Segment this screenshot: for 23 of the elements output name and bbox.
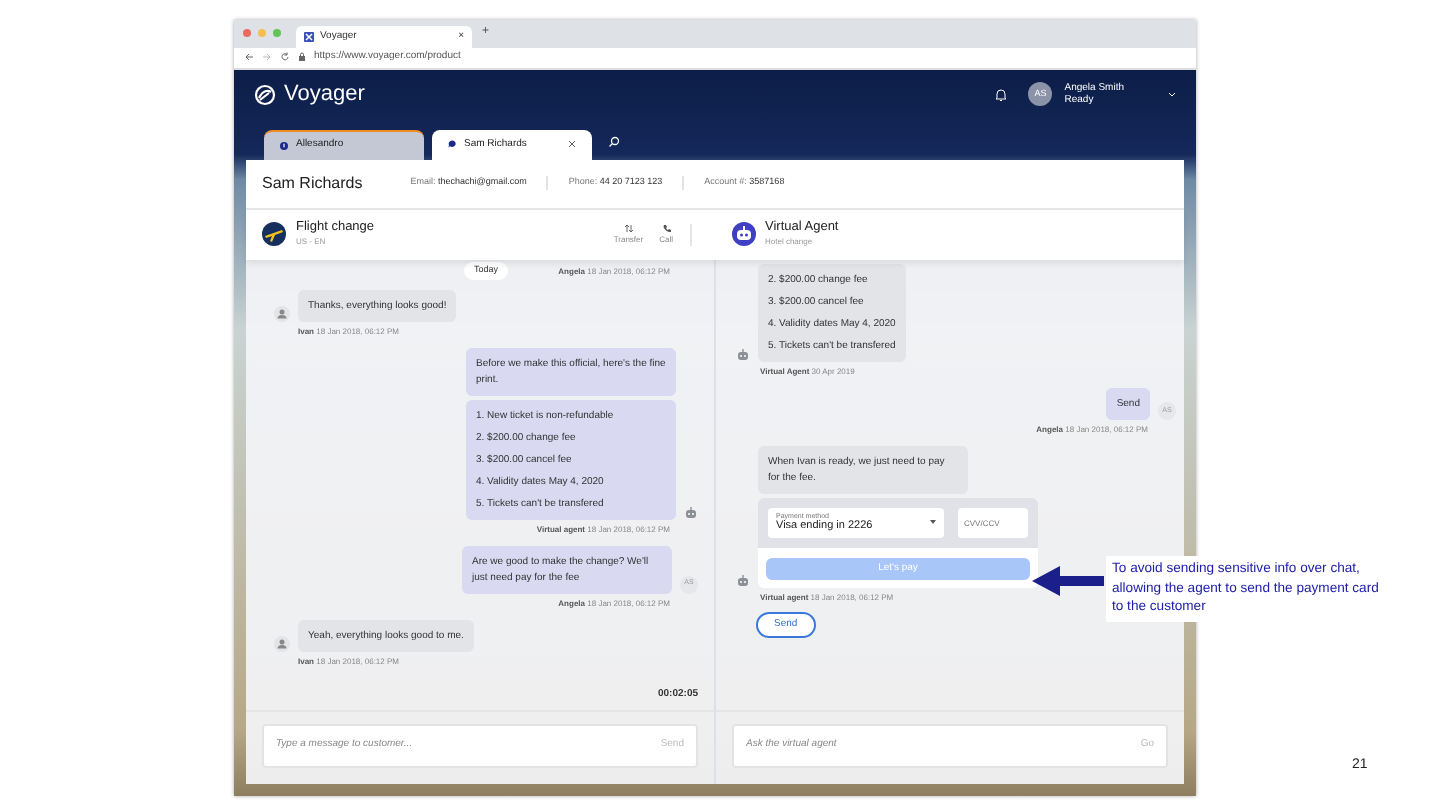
- robot-icon: [731, 222, 755, 247]
- person-icon: [274, 305, 290, 321]
- caret-icon: [930, 520, 936, 525]
- search-icon[interactable]: [608, 135, 620, 148]
- arrow-icon: [1032, 566, 1104, 596]
- lock-icon: [298, 52, 306, 63]
- chat-bubble-icon: [448, 140, 456, 149]
- robot-icon: [684, 505, 698, 519]
- robot-icon: [736, 347, 750, 362]
- phone-icon: [661, 223, 672, 232]
- alert-icon: [280, 141, 288, 150]
- robot-icon: [736, 573, 750, 588]
- close-icon[interactable]: [568, 140, 576, 149]
- back-icon[interactable]: [244, 52, 254, 63]
- bell-icon[interactable]: [994, 87, 1009, 102]
- globe-logo-icon: [254, 83, 276, 106]
- transfer-icon: [623, 223, 634, 232]
- reload-icon[interactable]: [280, 52, 290, 63]
- customer-name: Sam Richards: [262, 171, 363, 196]
- app-logo-text: Voyager: [284, 80, 365, 110]
- plane-icon: [262, 222, 286, 247]
- favicon-icon: [304, 31, 314, 42]
- person-icon: [274, 635, 290, 651]
